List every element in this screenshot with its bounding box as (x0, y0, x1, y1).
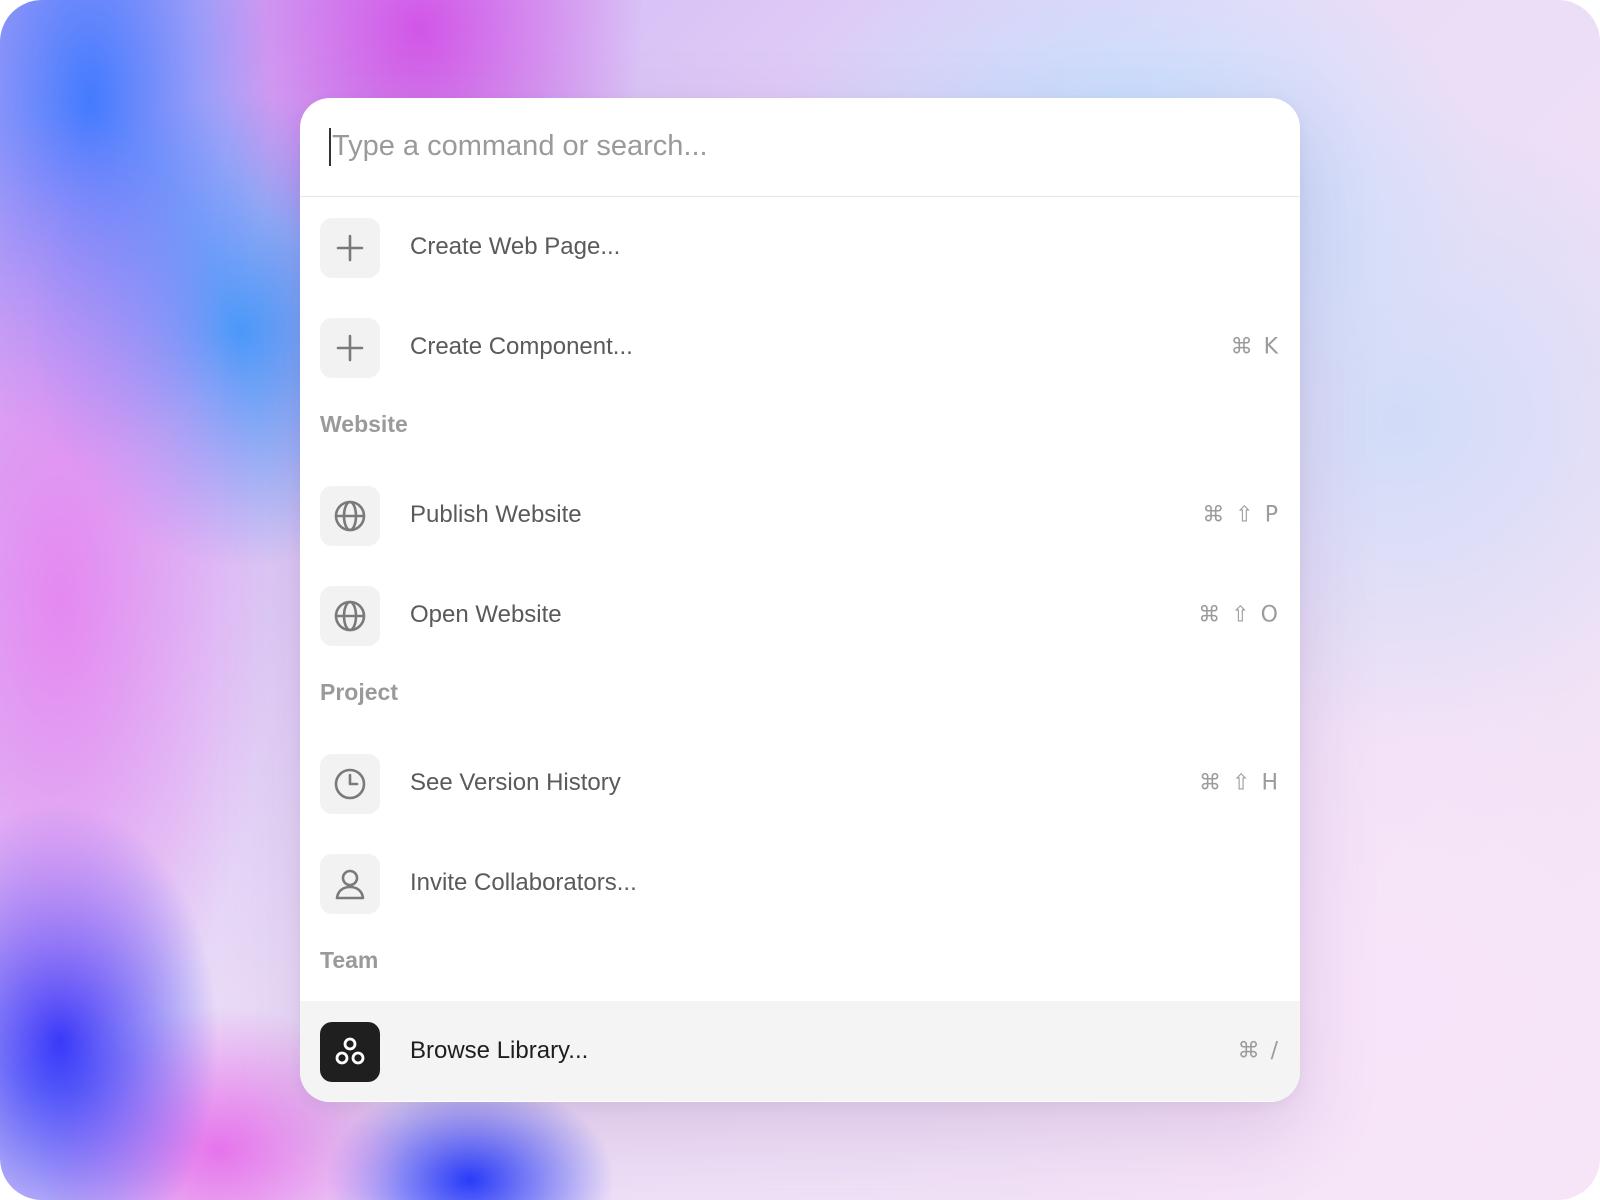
command-label: See Version History (410, 769, 621, 796)
command-label: Create Component... (410, 333, 633, 360)
plus-icon (320, 318, 380, 378)
plus-icon (320, 218, 380, 278)
globe-icon (320, 586, 380, 646)
command-open-website[interactable]: Open Website ⌘ ⇧ O (300, 565, 1300, 665)
command-see-version-history[interactable]: See Version History ⌘ ⇧ H (300, 733, 1300, 833)
user-icon (320, 854, 380, 914)
section-title-project: Project (300, 665, 1300, 733)
text-caret (329, 128, 331, 166)
command-label: Invite Collaborators... (410, 869, 637, 896)
command-label: Create Web Page... (410, 233, 621, 260)
globe-icon (320, 486, 380, 546)
clock-icon (320, 754, 380, 814)
command-create-web-page[interactable]: Create Web Page... (300, 197, 1300, 297)
command-label: Browse Library... (410, 1037, 589, 1064)
section-title-label: Website (320, 411, 408, 437)
command-browse-library[interactable]: Browse Library... ⌘ / (300, 1001, 1300, 1101)
command-search-input[interactable] (332, 120, 1252, 172)
section-title-website: Website (300, 397, 1300, 465)
command-invite-collaborators[interactable]: Invite Collaborators... (300, 833, 1300, 933)
section-title-team: Team (300, 933, 1300, 1001)
command-shortcut: ⌘ / (1237, 1038, 1280, 1064)
search-bar (300, 98, 1300, 197)
command-shortcut: ⌘ ⇧ O (1198, 602, 1280, 628)
command-label: Open Website (410, 601, 562, 628)
command-label: Publish Website (410, 501, 582, 528)
library-icon (320, 1022, 380, 1082)
command-create-component[interactable]: Create Component... ⌘ K (300, 297, 1300, 397)
section-title-label: Project (320, 679, 398, 705)
command-shortcut: ⌘ ⇧ H (1199, 770, 1280, 796)
command-shortcut: ⌘ K (1230, 334, 1280, 360)
section-title-label: Team (320, 947, 379, 973)
command-palette: Create Web Page... Create Component... ⌘… (300, 98, 1300, 1102)
command-publish-website[interactable]: Publish Website ⌘ ⇧ P (300, 465, 1300, 565)
command-shortcut: ⌘ ⇧ P (1202, 502, 1280, 528)
